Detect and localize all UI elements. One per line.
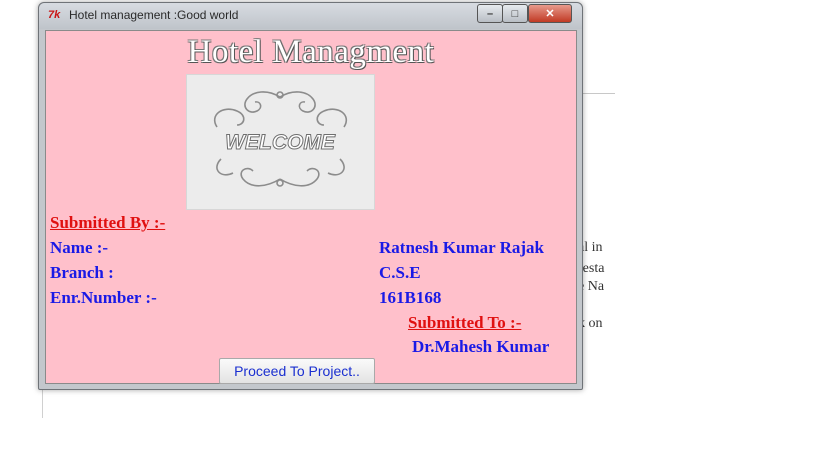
ornament-left-swirl (213, 108, 245, 128)
enr-number-label: Enr.Number :- (50, 288, 157, 307)
background-divider-vertical (42, 388, 43, 418)
name-label: Name :- (50, 238, 109, 257)
ornament-bottom-right (279, 167, 320, 187)
minimize-icon: – (486, 7, 494, 20)
submitted-to-label: Submitted To :- (408, 313, 522, 332)
minimize-button[interactable]: – (477, 4, 503, 23)
branch-value: C.S.E (379, 263, 421, 282)
title-bar[interactable]: 7k Hotel management :Good world – □ ✕ (39, 3, 582, 29)
close-icon: ✕ (545, 8, 555, 20)
ornament-top-right (279, 91, 316, 113)
ornament-lower-left (216, 158, 234, 176)
proceed-button[interactable]: Proceed To Project.. (219, 358, 375, 384)
welcome-text: WELCOME (225, 131, 336, 154)
submitted-by-label: Submitted By :- (50, 213, 166, 232)
welcome-image: WELCOME (186, 74, 375, 210)
ornament-bottom-left (240, 167, 281, 187)
close-button[interactable]: ✕ (528, 4, 572, 23)
background-divider (581, 93, 615, 94)
ornament-bottom-dot (276, 179, 284, 187)
maximize-button[interactable]: □ (502, 4, 528, 23)
enr-number-value: 161B168 (379, 288, 442, 307)
app-window: 7k Hotel management :Good world – □ ✕ Ho… (38, 2, 583, 390)
page-title: Hotel Managment (187, 34, 435, 70)
app-content: Hotel Managment WELCOME Submitted By:- … (45, 30, 577, 384)
window-title: Hotel management :Good world (69, 8, 239, 22)
ornament-right-swirl (316, 108, 348, 128)
branch-label: Branch : (50, 263, 114, 282)
name-value: Ratnesh Kumar Rajak (379, 238, 544, 257)
maximize-icon: □ (511, 7, 519, 20)
ornament-lower-right (327, 158, 345, 176)
ornament-top-left (244, 91, 281, 113)
submitted-to-value: Dr.Mahesh Kumar (412, 337, 550, 356)
tk-app-icon: 7k (48, 9, 61, 21)
